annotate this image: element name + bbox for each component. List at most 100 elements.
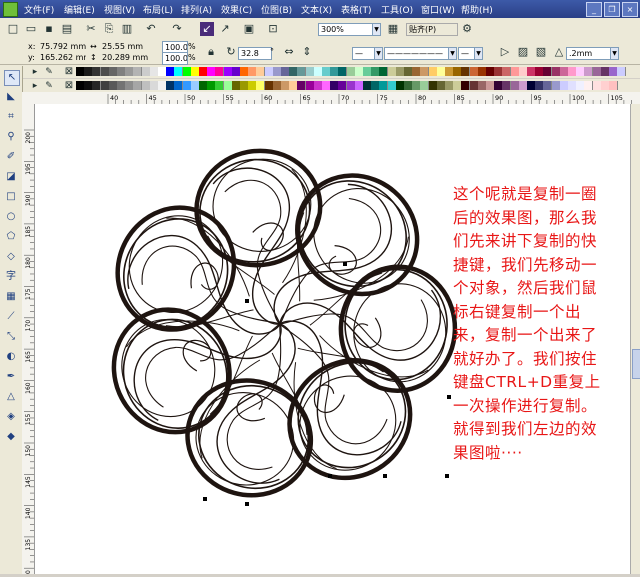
- palette-scroll-left-2-icon[interactable]: ▸: [28, 79, 42, 93]
- application-launcher-icon[interactable]: ▣: [242, 22, 256, 36]
- crop-tool-icon[interactable]: ⌗: [4, 110, 18, 124]
- small-loop: [236, 393, 266, 422]
- ruler-label: 40: [110, 94, 118, 102]
- eyedropper-icon[interactable]: ✎: [42, 65, 56, 79]
- menu-edit[interactable]: 编辑(E): [64, 3, 95, 16]
- menu-table[interactable]: 表格(T): [341, 3, 372, 16]
- no-fill-swatch-icon[interactable]: ⊠: [62, 65, 76, 79]
- to-back-icon[interactable]: ▧: [534, 45, 548, 59]
- text-tool-icon[interactable]: 字: [4, 270, 18, 284]
- selection-handle: [245, 502, 249, 506]
- text-wrap-icon[interactable]: ▷: [498, 45, 512, 59]
- paste-icon[interactable]: ▥: [120, 22, 134, 36]
- outline-tool-icon[interactable]: △: [4, 390, 18, 404]
- menu-file[interactable]: 文件(F): [24, 3, 54, 16]
- curl-stroke: [224, 179, 282, 325]
- ruler-label: 185: [25, 226, 32, 238]
- menu-effects[interactable]: 效果(C): [221, 3, 252, 16]
- copy-icon[interactable]: ⎘: [102, 22, 116, 36]
- ruler-label: 150: [25, 445, 32, 457]
- shape-tool-icon[interactable]: ◣: [4, 90, 18, 104]
- close-icon[interactable]: ×: [622, 2, 638, 17]
- annotation-line: 后的效果图，那么我: [453, 208, 598, 227]
- new-document-icon[interactable]: □: [6, 22, 20, 36]
- publish-pdf-icon[interactable]: ⊡: [266, 22, 280, 36]
- small-loop: [353, 317, 382, 349]
- menu-bar: 文件(F) 编辑(E) 视图(V) 布局(L) 排列(A) 效果(C) 位图(B…: [0, 0, 640, 18]
- menu-help[interactable]: 帮助(H): [461, 3, 493, 16]
- dimension-tool-icon[interactable]: ⟋: [4, 310, 18, 324]
- interactive-fill-tool-icon[interactable]: ◆: [4, 430, 18, 444]
- options-icon[interactable]: ⚙: [460, 22, 474, 36]
- smart-fill-tool-icon[interactable]: ◪: [4, 170, 18, 184]
- to-front-icon[interactable]: ▨: [516, 45, 530, 59]
- eyedropper-tool-icon[interactable]: ✒: [4, 370, 18, 384]
- end-arrow-dropdown-icon[interactable]: ▼: [474, 47, 483, 60]
- freehand-tool-icon[interactable]: ✐: [4, 150, 18, 164]
- menu-arrange[interactable]: 排列(A): [181, 3, 212, 16]
- redo-icon[interactable]: ↷: [170, 22, 184, 36]
- save-icon[interactable]: ▪: [42, 22, 56, 36]
- full-screen-icon[interactable]: ▦: [386, 22, 400, 36]
- pick-tool-icon[interactable]: ↖: [4, 70, 20, 86]
- rotation-field[interactable]: 32.8: [238, 47, 272, 60]
- menu-window[interactable]: 窗口(W): [421, 3, 455, 16]
- basic-shapes-tool-icon[interactable]: ◇: [4, 250, 18, 264]
- table-tool-icon[interactable]: ▦: [4, 290, 18, 304]
- menu-text[interactable]: 文本(X): [301, 3, 332, 16]
- standard-toolbar: □ ▭ ▪ ▤ ✂ ⎘ ▥ ↶ ↷ ↙ ↗ ▣ ⊡ 300% ▼ ▦ 贴齐(P)…: [0, 18, 640, 41]
- selection-handle: [245, 299, 249, 303]
- outline-style-select[interactable]: ———————: [384, 47, 452, 60]
- scale-y-field[interactable]: 100.0: [162, 52, 188, 65]
- vertical-ruler[interactable]: 200 195 190 185 180 175 170 165 160 155 150 145 140 1…: [22, 104, 35, 574]
- minimize-icon[interactable]: _: [586, 2, 602, 17]
- menu-layout[interactable]: 布局(L): [143, 3, 173, 16]
- no-fill-swatch-2-icon[interactable]: ⊠: [62, 79, 76, 93]
- snap-to-button[interactable]: 贴齐(P): [406, 23, 458, 36]
- rectangle-tool-icon[interactable]: □: [4, 190, 18, 204]
- cut-icon[interactable]: ✂: [84, 22, 98, 36]
- eyedropper-2-icon[interactable]: ✎: [42, 79, 56, 93]
- color-swatch[interactable]: [609, 81, 618, 90]
- annotation-line: 捷键，我们先移动一: [453, 255, 598, 274]
- export-icon[interactable]: ↗: [218, 22, 232, 36]
- mirror-vertical-icon[interactable]: ⇕: [300, 45, 314, 59]
- x-position-field[interactable]: 75.792 mm: [38, 41, 86, 52]
- width-field[interactable]: 25.55 mm: [100, 41, 152, 52]
- palette-scroll-left-icon[interactable]: ▸: [28, 65, 42, 79]
- zoom-level-input[interactable]: 300%: [318, 23, 376, 36]
- zoom-dropdown-icon[interactable]: ▼: [372, 23, 381, 36]
- start-arrow-dropdown-icon[interactable]: ▼: [374, 47, 383, 60]
- restore-icon[interactable]: ❐: [604, 2, 620, 17]
- annotation-line: 这个呢就是复制一圈: [453, 185, 598, 203]
- annotation-line: 们先来讲下复制的快: [453, 232, 598, 250]
- width-icon: ↔: [90, 42, 97, 51]
- import-icon[interactable]: ↙: [200, 22, 214, 36]
- polygon-tool-icon[interactable]: ⬠: [4, 230, 18, 244]
- menu-view[interactable]: 视图(V): [104, 3, 135, 16]
- outline-style-dropdown-icon[interactable]: ▼: [448, 47, 457, 60]
- y-position-field[interactable]: 165.262 mm: [38, 52, 86, 63]
- start-arrow-select[interactable]: —: [352, 47, 376, 60]
- lock-ratio-icon[interactable]: 🔒︎: [204, 45, 218, 59]
- color-swatch[interactable]: [617, 67, 627, 76]
- zoom-tool-icon[interactable]: ⚲: [4, 130, 18, 144]
- outer-ring: [111, 307, 232, 435]
- print-icon[interactable]: ▤: [60, 22, 74, 36]
- menu-bitmaps[interactable]: 位图(B): [261, 3, 292, 16]
- fill-tool-icon[interactable]: ◈: [4, 410, 18, 424]
- menu-tools[interactable]: 工具(O): [381, 3, 413, 16]
- outline-width-field[interactable]: .2mm: [566, 47, 612, 60]
- annotation-line: 一次操作进行复制。: [453, 396, 598, 415]
- ruler-label: 75: [380, 94, 388, 102]
- height-field[interactable]: 20.289 mm: [100, 52, 152, 63]
- ellipse-tool-icon[interactable]: ○: [4, 210, 18, 224]
- outline-width-dropdown-icon[interactable]: ▼: [610, 47, 619, 60]
- open-folder-icon[interactable]: ▭: [24, 22, 38, 36]
- ruler-label: 100: [572, 94, 584, 102]
- ruler-label: 190: [25, 194, 32, 206]
- undo-icon[interactable]: ↶: [144, 22, 158, 36]
- connector-tool-icon[interactable]: ⤡: [4, 330, 18, 344]
- mirror-horizontal-icon[interactable]: ⇔: [282, 45, 296, 59]
- blend-tool-icon[interactable]: ◐: [4, 350, 18, 364]
